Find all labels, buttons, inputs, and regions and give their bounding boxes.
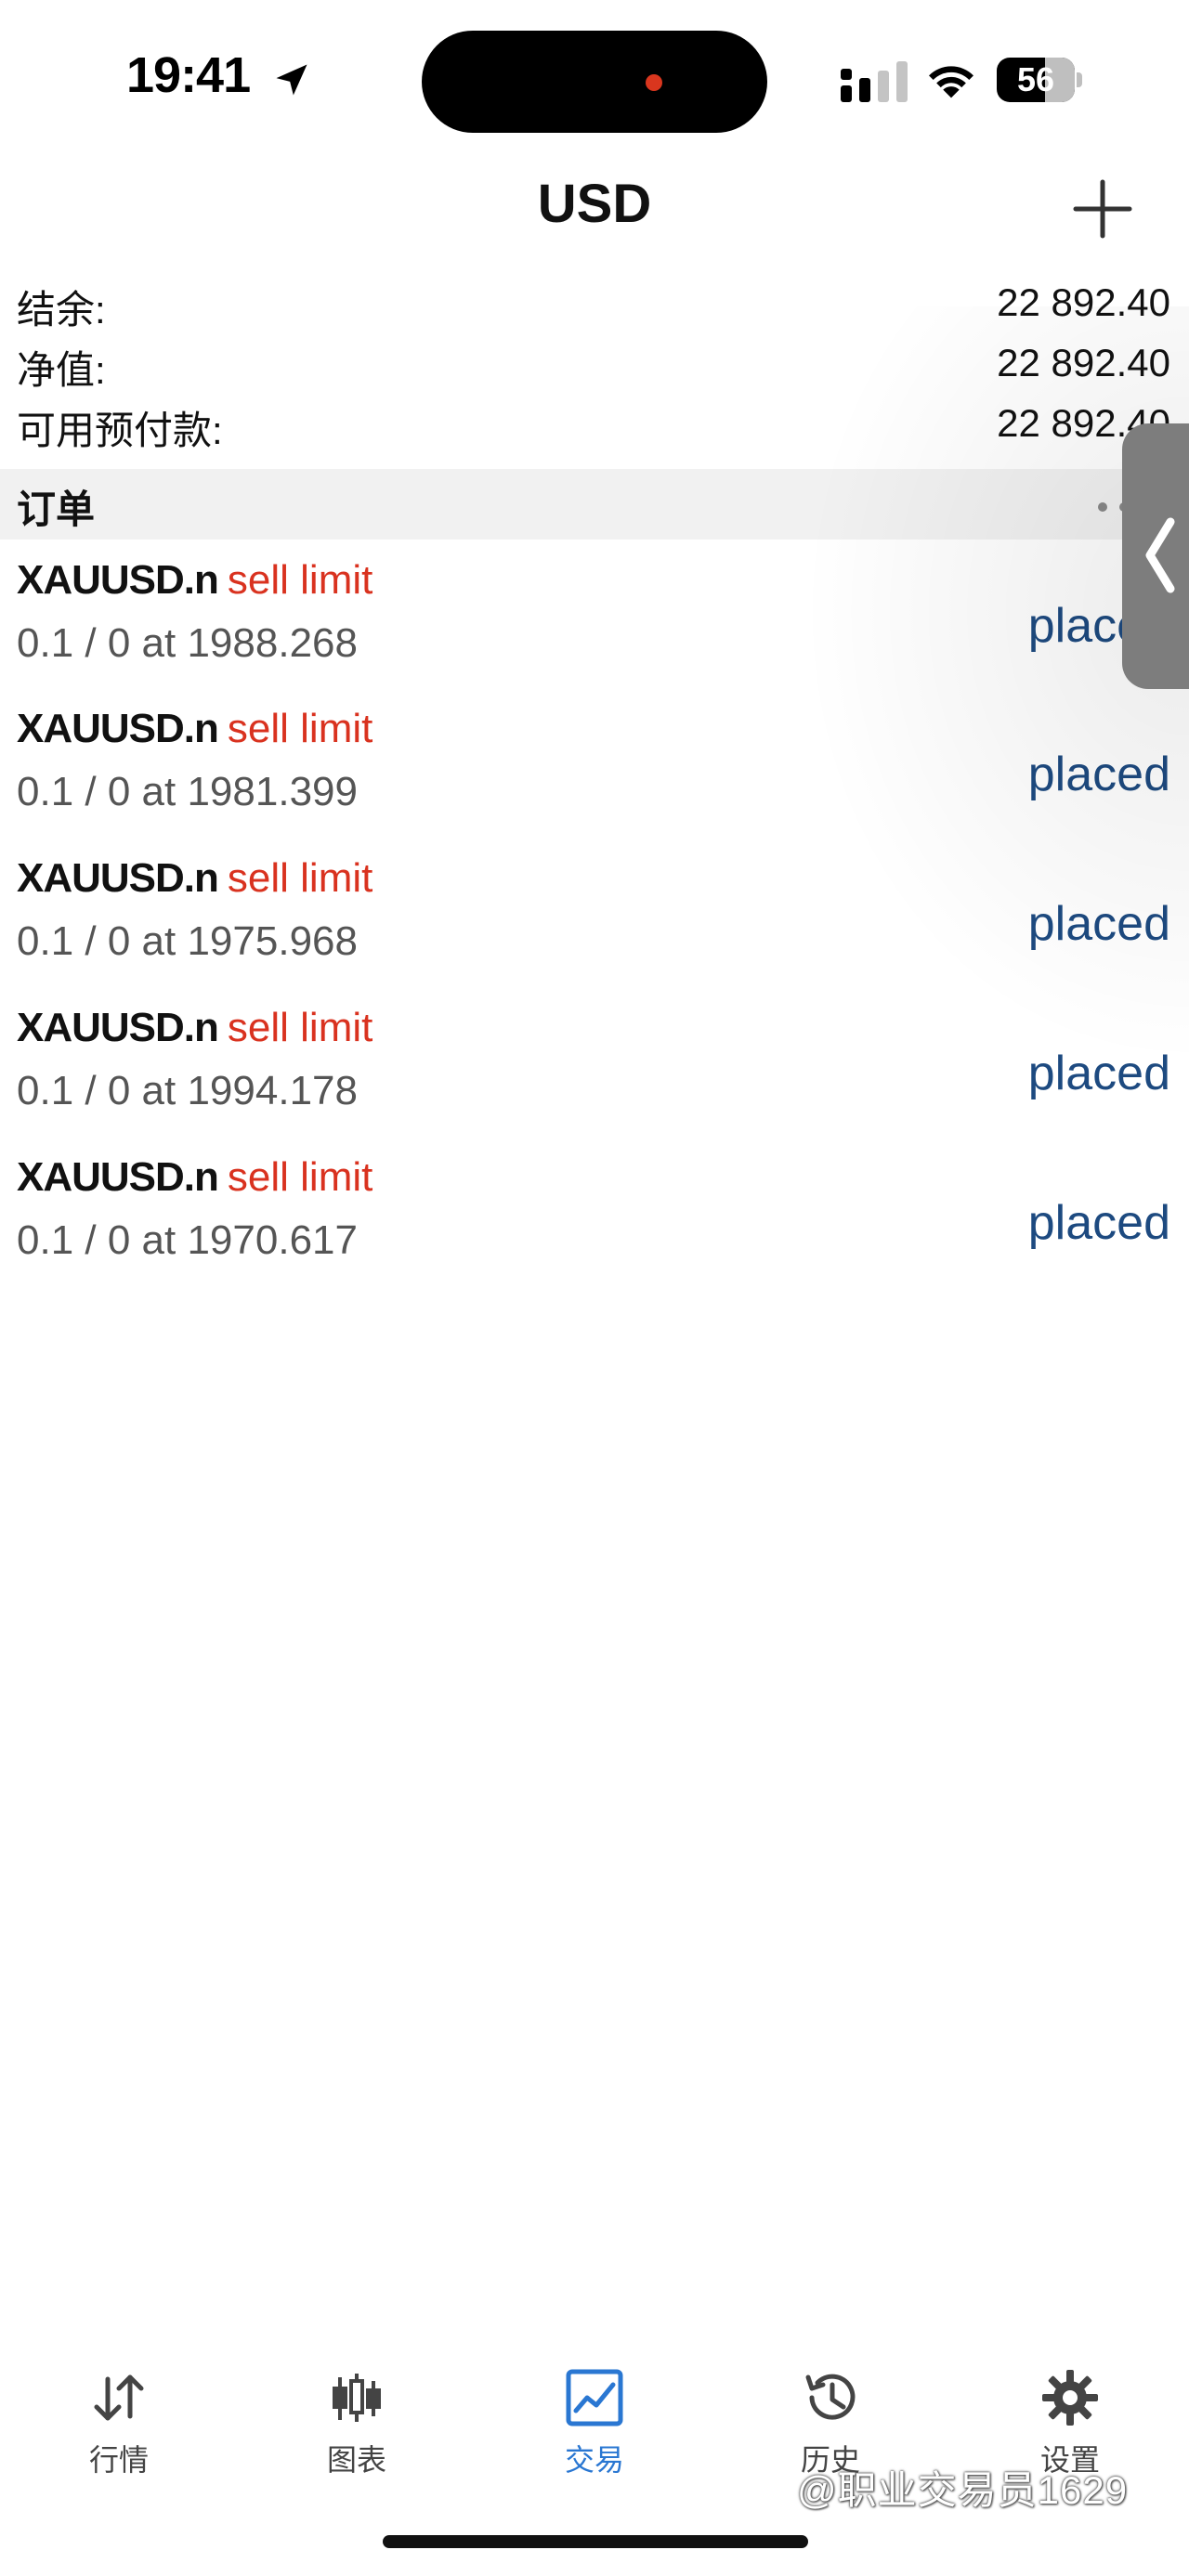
order-status: placed [1027, 1047, 1170, 1100]
tab-label: 交易 [564, 2443, 624, 2477]
order-title: XAUUSD.n sell limit [17, 706, 372, 752]
balance-value: 22 892.40 [997, 280, 1170, 324]
order-type: sell limit [227, 1005, 373, 1050]
equity-value: 22 892.40 [997, 341, 1170, 384]
trade-chart-icon [566, 2369, 623, 2426]
recording-indicator-dot [646, 74, 662, 91]
orders-section-title: 订单 [17, 488, 96, 531]
tab-quotes[interactable]: 行情 [45, 2368, 193, 2489]
side-panel-handle[interactable] [1122, 423, 1189, 689]
plus-icon[interactable] [1070, 176, 1135, 241]
tab-label: 图表 [326, 2443, 386, 2477]
order-detail: 0.1 / 0 at 1975.968 [17, 918, 358, 964]
wifi-icon [929, 66, 973, 98]
order-title: XAUUSD.n sell limit [17, 855, 372, 902]
cellular-signal-icon [841, 61, 908, 102]
order-detail: 0.1 / 0 at 1981.399 [17, 769, 358, 814]
candlestick-chart-icon [333, 2374, 381, 2422]
order-status: placed [1027, 748, 1170, 801]
order-symbol: XAUUSD.n [17, 1154, 219, 1200]
order-title: XAUUSD.n sell limit [17, 557, 372, 604]
balance-row: 结余: 22 892.40 [17, 279, 1170, 334]
tab-charts[interactable]: 图表 [282, 2368, 431, 2489]
order-type: sell limit [227, 557, 373, 603]
order-title: XAUUSD.n sell limit [17, 1154, 372, 1201]
order-detail: 0.1 / 0 at 1988.268 [17, 620, 358, 666]
order-row[interactable]: XAUUSD.n sell limit 0.1 / 0 at 1981.399 p… [0, 706, 1189, 854]
battery-level: 56 [1016, 60, 1055, 98]
order-title: XAUUSD.n sell limit [17, 1005, 372, 1051]
order-row[interactable]: XAUUSD.n sell limit 0.1 / 0 at 1988.268 p… [0, 557, 1189, 706]
gear-icon [1042, 2370, 1098, 2426]
order-type: sell limit [227, 706, 373, 751]
order-type: sell limit [227, 855, 373, 901]
order-symbol: XAUUSD.n [17, 557, 219, 603]
orders-section-header: 订单 [0, 469, 1189, 540]
order-row[interactable]: XAUUSD.n sell limit 0.1 / 0 at 1994.178 p… [0, 1005, 1189, 1153]
order-status: placed [1027, 897, 1170, 951]
order-status: placed [1027, 1196, 1170, 1250]
trade-screen: 19:41 56 USD 结余: 22 892.40 净值: 22 892.40… [0, 0, 1189, 2576]
watermark: @职业交易员1629 [797, 2468, 1129, 2512]
order-symbol: XAUUSD.n [17, 855, 219, 901]
page-title: USD [537, 174, 652, 234]
quotes-arrows-icon [94, 2374, 144, 2421]
home-indicator[interactable] [383, 2535, 808, 2548]
battery-icon: 56 [997, 58, 1082, 102]
location-arrow-icon [276, 64, 307, 96]
order-detail: 0.1 / 0 at 1994.178 [17, 1068, 358, 1113]
order-detail: 0.1 / 0 at 1970.617 [17, 1217, 358, 1263]
order-symbol: XAUUSD.n [17, 1005, 219, 1050]
order-row[interactable]: XAUUSD.n sell limit 0.1 / 0 at 1970.617 p… [0, 1154, 1189, 1303]
order-type: sell limit [227, 1154, 373, 1200]
free-margin-row: 可用预付款: 22 892.40 [17, 399, 1170, 455]
equity-label: 净值: [17, 348, 106, 392]
order-symbol: XAUUSD.n [17, 706, 219, 751]
dynamic-island [422, 31, 767, 133]
order-row[interactable]: XAUUSD.n sell limit 0.1 / 0 at 1975.968 p… [0, 855, 1189, 1004]
status-time: 19:41 [126, 47, 251, 103]
equity-row: 净值: 22 892.40 [17, 339, 1170, 395]
balance-label: 结余: [17, 288, 106, 332]
tab-trade[interactable]: 交易 [520, 2368, 669, 2489]
status-bar: 19:41 56 [0, 0, 1189, 139]
history-clock-icon [805, 2374, 856, 2420]
free-margin-label: 可用预付款: [17, 409, 223, 452]
tab-label: 行情 [88, 2443, 149, 2477]
chevron-left-icon [1145, 517, 1175, 593]
